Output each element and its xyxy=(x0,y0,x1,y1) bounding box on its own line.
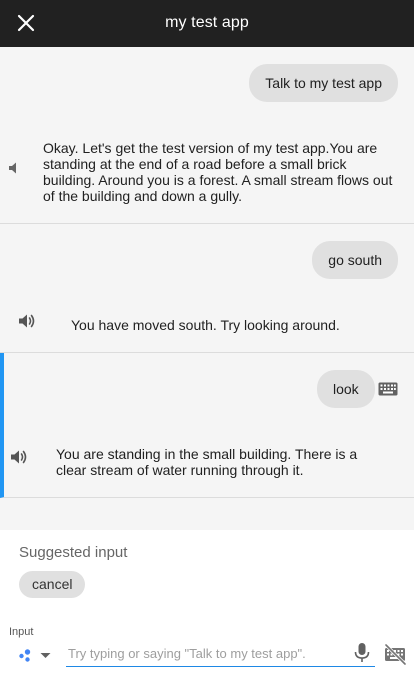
assistant-dots-icon[interactable] xyxy=(18,645,54,665)
suggested-input-label: Suggested input xyxy=(19,544,128,561)
speaker-icon[interactable] xyxy=(6,158,26,178)
conversation-panel: Talk to my test app Okay. Let's get the … xyxy=(0,47,414,530)
app-title: my test app xyxy=(165,14,249,31)
user-query-bubble[interactable]: go south xyxy=(312,241,398,279)
input-bar: Input xyxy=(0,625,414,677)
conversation-turn-active: look You are standing in the small build… xyxy=(0,353,414,498)
input-label: Input xyxy=(9,626,34,638)
conversation-turn: go south You have moved south. Try looki… xyxy=(0,224,414,353)
keyboard-icon[interactable] xyxy=(378,382,398,396)
assistant-response: You have moved south. Try looking around… xyxy=(71,317,340,333)
user-query-bubble[interactable]: Talk to my test app xyxy=(249,64,398,102)
microphone-icon[interactable] xyxy=(353,642,371,664)
suggestion-chip-cancel[interactable]: cancel xyxy=(19,571,86,598)
user-query-bubble[interactable]: look xyxy=(317,370,375,408)
keyboard-off-icon[interactable] xyxy=(383,643,407,665)
assistant-response: You are standing in the small building. … xyxy=(56,446,358,478)
assistant-response: Okay. Let's get the test version of my t… xyxy=(43,140,393,204)
app-header: my test app xyxy=(0,0,414,47)
conversation-turn: Talk to my test app Okay. Let's get the … xyxy=(0,47,414,224)
speaker-icon[interactable] xyxy=(17,311,37,331)
speaker-icon[interactable] xyxy=(9,447,29,467)
suggested-input-panel: Suggested input cancel xyxy=(0,530,414,625)
query-input[interactable] xyxy=(66,641,375,667)
